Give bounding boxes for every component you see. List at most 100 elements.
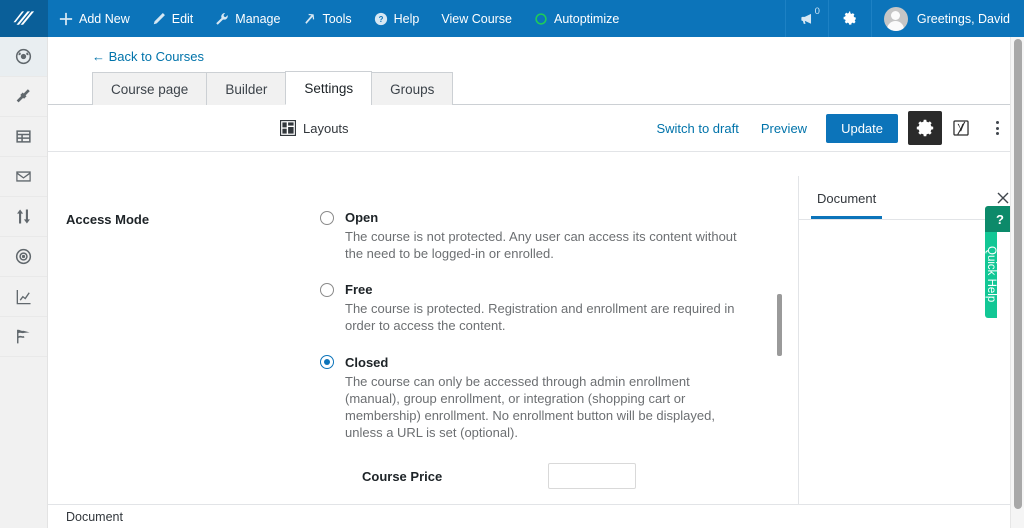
access-option-title: Closed [345,354,389,370]
tab-course-page[interactable]: Course page [92,72,208,105]
megaphone-icon [800,12,814,26]
pencil-icon [152,12,166,26]
access-option-description: The course is not protected. Any user ca… [345,229,737,262]
tab-groups[interactable]: Groups [371,72,454,105]
sidebar-item-tools[interactable] [0,77,47,117]
sidebar-item-mail[interactable] [0,157,47,197]
graduation-flag-icon [17,329,30,344]
admin-bar-item-label: Tools [322,11,352,26]
tab-document[interactable]: Document [810,178,883,219]
envelope-icon [16,171,31,182]
editor-settings-toggle[interactable] [908,111,942,145]
radio-closed[interactable] [320,355,334,370]
admin-bar-item-label: Add New [79,11,130,26]
quick-help-label: Quick Help [985,232,997,318]
admin-bar-item-autoptimize[interactable]: Autoptimize [523,0,630,37]
access-option-description: The course can only be accessed through … [345,373,715,441]
admin-bar-item-edit[interactable]: Edit [141,0,205,37]
target-icon [15,248,32,265]
gear-icon [843,11,857,26]
table-icon [16,130,31,143]
admin-sidebar-menu [0,37,48,528]
plus-icon [59,12,73,26]
back-to-courses-link[interactable]: ← Back to Courses [48,37,1024,70]
layouts-button[interactable]: Layouts [279,119,349,137]
admin-bar: Add New Edit Manage Tools ? Help View Co… [0,0,1024,37]
learndash-logo-icon [13,10,34,25]
admin-bar-item-add-new[interactable]: Add New [48,0,141,37]
tab-builder[interactable]: Builder [206,72,287,105]
admin-bar-item-help[interactable]: ? Help [363,0,431,37]
sidebar-item-dashboard[interactable] [0,37,47,77]
content-scrollbar-thumb[interactable] [777,294,782,356]
gauge-icon [15,48,32,65]
tab-settings[interactable]: Settings [285,71,373,105]
notifications-button[interactable]: 0 [784,0,828,37]
sidebar-item-courses[interactable] [0,317,47,357]
admin-bar-item-tools[interactable]: Tools [291,0,362,37]
preview-button[interactable]: Preview [750,115,818,142]
access-option-closed[interactable]: Closed The course can only be accessed t… [320,355,764,528]
wrench-icon [215,12,229,26]
access-option-title: Free [345,282,373,298]
page-scrollbar[interactable] [1010,37,1024,528]
access-option-title: Open [345,210,379,225]
admin-bar-item-manage[interactable]: Manage [204,0,291,37]
editor-actions: Switch to draft Preview Update [645,111,1014,145]
access-mode-label: Access Mode [66,212,150,227]
page-scrollbar-thumb[interactable] [1014,39,1022,509]
admin-bar-right: 0 Greetings, David [784,0,1024,37]
editor-body: Access Mode Open The course is not prote… [48,176,1024,528]
course-price-row: Course Price [362,463,764,490]
settings-content-area: Access Mode Open The course is not prote… [48,176,798,528]
radio-free[interactable] [320,282,334,297]
breadcrumb: Document [48,504,1010,528]
line-chart-icon [16,290,31,305]
course-tabs: Course page Builder Settings Groups [48,70,1024,105]
switch-to-draft-button[interactable]: Switch to draft [645,115,749,142]
access-option-open[interactable]: Open The course is not protected. Any us… [320,210,764,262]
admin-bar-item-view-course[interactable]: View Course [430,0,523,37]
admin-bar-item-label: Autoptimize [554,11,620,26]
circle-outline-icon [534,12,548,26]
vertical-ellipsis-icon [995,121,999,135]
editor-shell: ← Back to Courses Course page Builder Se… [48,37,1024,528]
question-circle-icon: ? [374,12,388,26]
course-price-label: Course Price [362,468,443,484]
sidebar-item-transfer[interactable] [0,197,47,237]
editor-screen: Add New Edit Manage Tools ? Help View Co… [0,0,1024,528]
admin-bar-settings-button[interactable] [827,0,871,37]
access-option-description: The course is protected. Registration an… [345,301,735,334]
admin-bar-item-label: View Course [441,11,513,26]
settings-scroll-region: Access Mode Open The course is not prote… [48,210,798,528]
user-greeting-menu[interactable]: Greetings, David [870,0,1024,37]
layouts-grid-icon [279,119,297,137]
sidebar-item-targets[interactable] [0,237,47,277]
more-options-button[interactable] [980,111,1014,145]
sidebar-item-posts[interactable] [0,117,47,157]
course-price-input[interactable] [548,463,636,490]
svg-text:?: ? [378,15,383,24]
admin-bar-item-label: Manage [235,11,281,26]
close-icon [997,192,1009,203]
radio-open[interactable] [320,210,334,225]
hammer-icon [16,89,30,103]
admin-bar-item-label: Edit [171,11,194,26]
breadcrumb-item-document[interactable]: Document [66,510,123,524]
site-logo[interactable] [0,0,48,37]
access-mode-options: Open The course is not protected. Any us… [320,210,764,528]
notifications-count: 0 [814,6,820,17]
sidebar-item-analytics[interactable] [0,277,47,317]
up-down-arrows-icon [17,209,30,224]
editor-header-bar: Layouts Switch to draft Preview Update [48,105,1024,152]
access-option-free[interactable]: Free The course is protected. Registrati… [320,282,764,334]
gear-icon [916,119,934,137]
update-button[interactable]: Update [826,113,898,143]
layouts-label: Layouts [303,120,349,136]
arrow-up-right-icon [302,12,316,26]
yoast-seo-icon [953,120,969,136]
access-mode-field: Access Mode Open The course is not prote… [48,210,764,528]
greeting-text: Greetings, David [916,11,1010,26]
yoast-seo-button[interactable] [944,111,978,145]
admin-bar-items: Add New Edit Manage Tools ? Help View Co… [48,0,785,37]
